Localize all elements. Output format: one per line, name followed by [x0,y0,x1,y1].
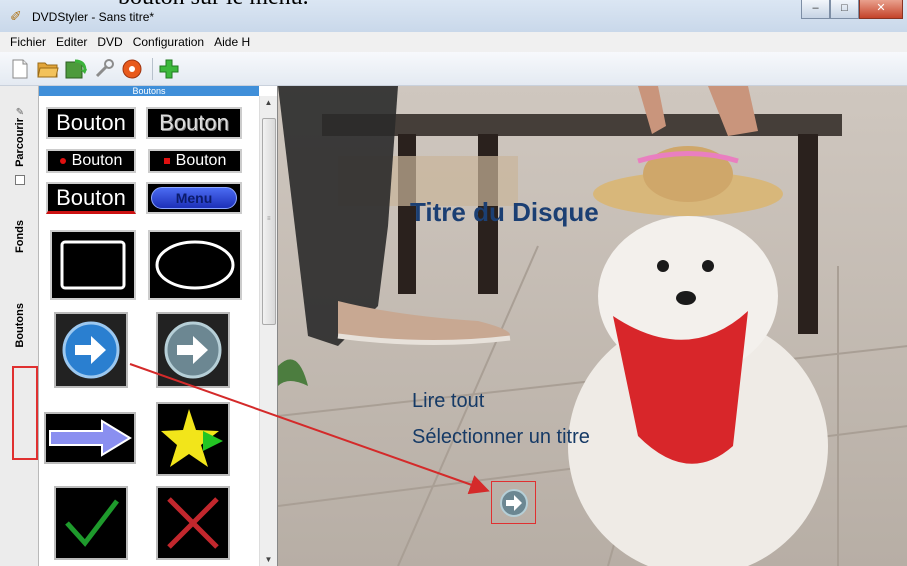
button-thumb-red-dot[interactable]: Bouton [46,149,136,173]
tab-boutons-highlight [12,366,38,460]
tab-parcourir-label: Parcourir [14,118,26,167]
tab-fonds-label: Fonds [14,219,26,253]
button-thumb-text-outline[interactable]: Bouton [146,107,242,139]
button-thumb-arrow-circle-blue[interactable] [54,312,128,388]
red-dot-icon [59,158,66,164]
dropped-button-highlight[interactable] [491,481,536,524]
dropped-arrow-button-icon [499,488,528,517]
ellipse-frame-icon [155,240,235,290]
save-icon[interactable] [64,57,88,81]
menu-item-play-all[interactable]: Lire tout [412,390,484,413]
menu-title-text[interactable]: Titre du Disque [410,197,599,228]
window-controls: – □ ✕ [801,0,903,19]
background-photo [278,86,907,566]
close-button[interactable]: ✕ [859,0,903,19]
dvdstyler-app-icon: ✐ [10,8,22,24]
menu-editer[interactable]: Editer [51,35,92,49]
cross-icon [167,497,219,549]
thumb-label: Bouton [56,184,126,210]
tab-boutons-label: Boutons [14,302,26,348]
minimize-button[interactable]: – [801,0,830,19]
arrow-circle-grey-icon [164,321,222,379]
menu-aide[interactable]: Aide H [209,35,255,49]
thumb-label: Bouton [159,110,229,135]
menu-bar: Fichier Editer DVD Configuration Aide H [0,32,907,52]
red-square-icon [163,158,170,164]
menu-configuration[interactable]: Configuration [128,35,209,49]
tab-fonds[interactable]: Fonds [9,206,31,266]
window-title: DVDStyler - Sans titre* [32,10,155,24]
button-thumb-checkmark[interactable] [54,486,128,560]
settings-wrench-icon[interactable] [92,57,116,81]
menu-fichier[interactable]: Fichier [0,35,51,49]
long-arrow-icon [49,419,132,457]
pen-icon: ✎ [15,107,25,119]
add-icon[interactable] [157,57,181,81]
thumb-label: Bouton [56,110,126,135]
menu-item-select-title[interactable]: Sélectionner un titre [412,426,590,449]
button-thumb-underline[interactable]: Bouton [46,182,136,214]
button-thumb-ellipse-frame[interactable] [148,230,242,300]
scroll-up-arrow-icon[interactable]: ▲ [260,98,277,107]
caption-text: bouton sur le menu. [118,0,309,11]
button-thumb-long-arrow[interactable] [44,412,136,464]
rectangle-frame-icon [60,240,126,290]
thumb-label: Menu [150,187,238,209]
panel-header: Boutons [39,86,259,96]
buttons-panel: Boutons Bouton Bouton Bouton Bouton Bout… [39,86,259,566]
scrollbar-grip-icon: ≡ [267,216,271,222]
star-play-icon [161,409,223,467]
button-thumb-red-square[interactable]: Bouton [148,149,242,173]
arrow-circle-blue-icon [62,321,120,379]
button-thumb-rectangle-frame[interactable] [50,230,136,300]
new-icon[interactable] [8,57,32,81]
browse-box-icon [15,174,25,185]
panel-scrollbar[interactable]: ▲ ≡ ▼ [259,96,277,566]
button-thumb-arrow-circle-grey[interactable] [156,312,230,388]
thumb-label: Bouton [175,152,227,169]
menu-dvd[interactable]: DVD [92,35,127,49]
menu-editor-canvas[interactable]: Titre du Disque Lire tout Sélectionner u… [277,86,907,566]
maximize-button[interactable]: □ [830,0,859,19]
toolbar [0,52,907,86]
scrollbar-thumb[interactable]: ≡ [262,118,276,325]
side-tab-bar: ✎ Parcourir Fonds Boutons [0,86,39,566]
toolbar-separator [152,57,153,80]
checkmark-icon [65,499,119,547]
button-thumb-menu-pill[interactable]: Menu [146,182,242,214]
tab-boutons[interactable]: Boutons [9,281,31,369]
button-thumb-text-black[interactable]: Bouton [46,107,136,139]
thumb-label: Bouton [71,152,123,169]
burn-disc-icon[interactable] [120,57,144,81]
open-icon[interactable] [36,57,60,81]
button-thumb-cross[interactable] [156,486,230,560]
button-thumb-star-arrow[interactable] [156,402,230,476]
tab-parcourir[interactable]: ✎ Parcourir [9,96,31,196]
scroll-down-arrow-icon[interactable]: ▼ [260,555,277,564]
